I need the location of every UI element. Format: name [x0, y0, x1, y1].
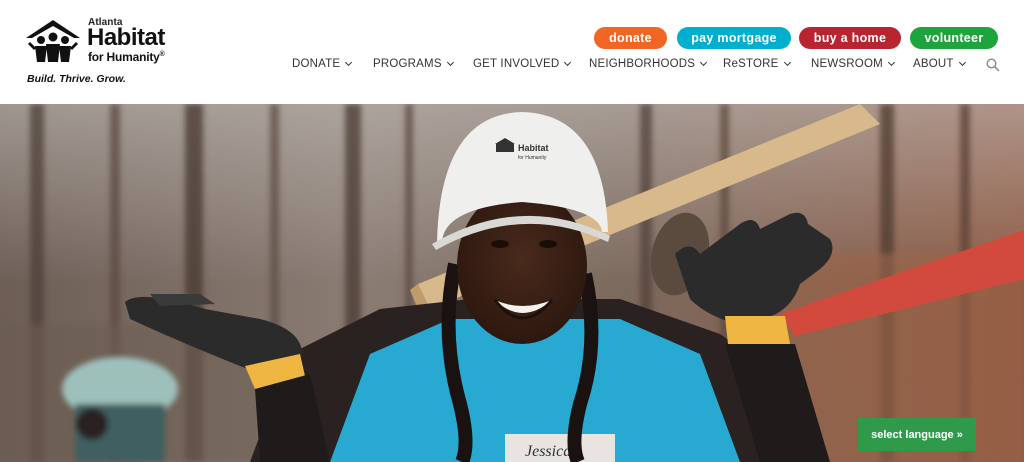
hero-photo-volunteer: Jessica Habitat for Humanity — [0, 104, 1024, 462]
name-tag-text: Jessica — [525, 443, 571, 460]
nav-label: GET INVOLVED — [473, 58, 560, 70]
nav-item-about[interactable]: ABOUT — [913, 58, 966, 70]
chevron-down-icon — [700, 58, 708, 67]
site-header: Atlanta Habitat for Humanity® Build. Thr… — [0, 0, 1024, 104]
nav-label: NEIGHBORHOODS — [589, 58, 696, 70]
nav-label: DONATE — [292, 58, 341, 70]
chevron-down-icon — [564, 58, 572, 67]
nav-label: PROGRAMS — [373, 58, 442, 70]
pay-mortgage-button[interactable]: pay mortgage — [677, 27, 791, 49]
nav-item-programs[interactable]: PROGRAMS — [373, 58, 454, 70]
chevron-down-icon — [345, 58, 353, 67]
buy-a-home-button[interactable]: buy a home — [799, 27, 901, 49]
nav-label: NEWSROOM — [811, 58, 883, 70]
site-logo[interactable]: Atlanta Habitat for Humanity® Build. Thr… — [24, 17, 174, 87]
chevron-down-icon — [446, 58, 454, 67]
helmet-logo-subtext: for Humanity — [518, 155, 547, 161]
search-icon[interactable] — [986, 58, 1000, 72]
main-nav: DONATE PROGRAMS GET INVOLVED NEIGHBORHOO… — [0, 58, 1024, 74]
nav-item-newsroom[interactable]: NEWSROOM — [811, 58, 895, 70]
nav-label: ABOUT — [913, 58, 954, 70]
registered-mark: ® — [159, 51, 165, 58]
nav-item-restore[interactable]: ReSTORE — [723, 58, 791, 70]
select-language-button[interactable]: select language » — [858, 418, 976, 451]
chevron-down-icon — [958, 58, 966, 67]
hero-image: Jessica Habitat for Humanity — [0, 104, 1024, 462]
volunteer-button[interactable]: volunteer — [910, 27, 998, 49]
donate-button[interactable]: donate — [594, 27, 667, 49]
nav-label: ReSTORE — [723, 58, 779, 70]
logo-name: Habitat — [87, 24, 165, 51]
logo-tagline: Build. Thrive. Grow. — [27, 73, 126, 85]
nav-item-donate[interactable]: DONATE — [292, 58, 353, 70]
chevron-down-icon — [783, 58, 791, 67]
nav-item-neighborhoods[interactable]: NEIGHBORHOODS — [589, 58, 708, 70]
chevron-down-icon — [887, 58, 895, 67]
nav-item-get-involved[interactable]: GET INVOLVED — [473, 58, 572, 70]
helmet-logo-text: Habitat — [518, 143, 549, 153]
